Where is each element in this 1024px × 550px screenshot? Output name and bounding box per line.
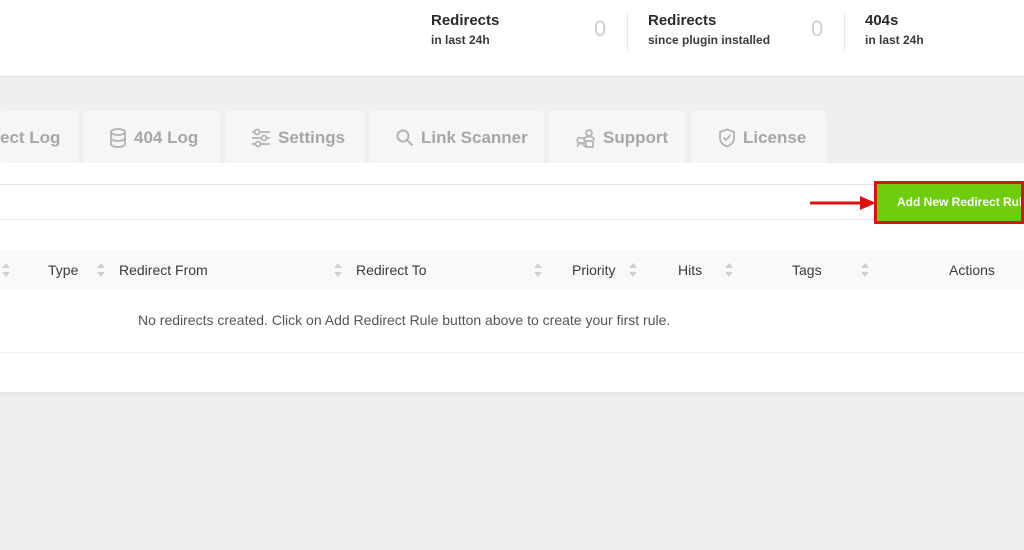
stat-count: 0 — [811, 16, 824, 41]
sort-icon[interactable] — [334, 263, 342, 277]
sort-icon[interactable] — [534, 263, 542, 277]
stat-subtitle: in last 24h — [431, 33, 490, 47]
stat-404s-24h: 404s in last 24h — [865, 12, 1015, 52]
tab-redirect-log[interactable]: ect Log — [0, 111, 79, 164]
stat-divider — [844, 12, 845, 50]
sort-icon[interactable] — [97, 263, 105, 277]
sort-icon[interactable] — [629, 263, 637, 277]
tab-404-log[interactable]: 404 Log — [83, 111, 220, 164]
tab-label: License — [743, 127, 807, 147]
tab-label: ect Log — [0, 127, 61, 147]
stat-title: Redirects — [431, 12, 500, 29]
tab-label: Settings — [278, 127, 346, 147]
add-new-redirect-rule-button[interactable]: Add New Redirect Rule — [877, 184, 1021, 221]
support-icon — [576, 128, 595, 148]
stat-subtitle: in last 24h — [865, 33, 924, 47]
tab-settings[interactable]: Settings — [225, 111, 365, 164]
column-priority[interactable]: Priority — [572, 250, 616, 290]
column-type[interactable]: Type — [48, 250, 78, 290]
stats-bar: Redirects in last 24h 0 Redirects since … — [0, 0, 1024, 77]
column-hits[interactable]: Hits — [678, 250, 702, 290]
shield-check-icon — [719, 128, 735, 147]
tab-label: Support — [603, 127, 669, 147]
tab-support[interactable]: Support — [549, 111, 686, 164]
tab-license[interactable]: License — [691, 111, 826, 164]
column-tags[interactable]: Tags — [792, 250, 822, 290]
sliders-icon — [252, 128, 270, 147]
column-redirect-from[interactable]: Redirect From — [119, 250, 208, 290]
search-icon — [396, 129, 414, 146]
database-icon — [110, 127, 126, 148]
stat-redirects-total: Redirects since plugin installed 0 — [648, 12, 828, 52]
sort-icon[interactable] — [861, 263, 869, 277]
stat-title: Redirects — [648, 12, 717, 29]
stat-divider — [627, 12, 628, 50]
tab-label: 404 Log — [134, 127, 199, 147]
empty-table-message: No redirects created. Click on Add Redir… — [138, 312, 671, 328]
stat-redirects-24h: Redirects in last 24h 0 — [431, 12, 611, 52]
tab-label: Link Scanner — [421, 127, 528, 147]
sort-icon[interactable] — [2, 263, 10, 277]
sort-icon[interactable] — [725, 263, 733, 277]
arrow-right-icon — [810, 196, 876, 210]
filter-bar-border — [0, 219, 880, 220]
table-header: Type Redirect From Redirect To Priority … — [0, 250, 1024, 290]
tab-link-scanner[interactable]: Link Scanner — [369, 111, 544, 164]
stat-subtitle: since plugin installed — [648, 33, 771, 47]
add-button-highlight: Add New Redirect Rule — [874, 181, 1024, 224]
stat-count: 0 — [594, 16, 607, 41]
stat-title: 404s — [865, 12, 899, 29]
filter-bar-border — [0, 184, 880, 185]
column-actions: Actions — [949, 262, 995, 278]
row-divider — [0, 352, 1024, 353]
column-redirect-to[interactable]: Redirect To — [356, 250, 427, 290]
